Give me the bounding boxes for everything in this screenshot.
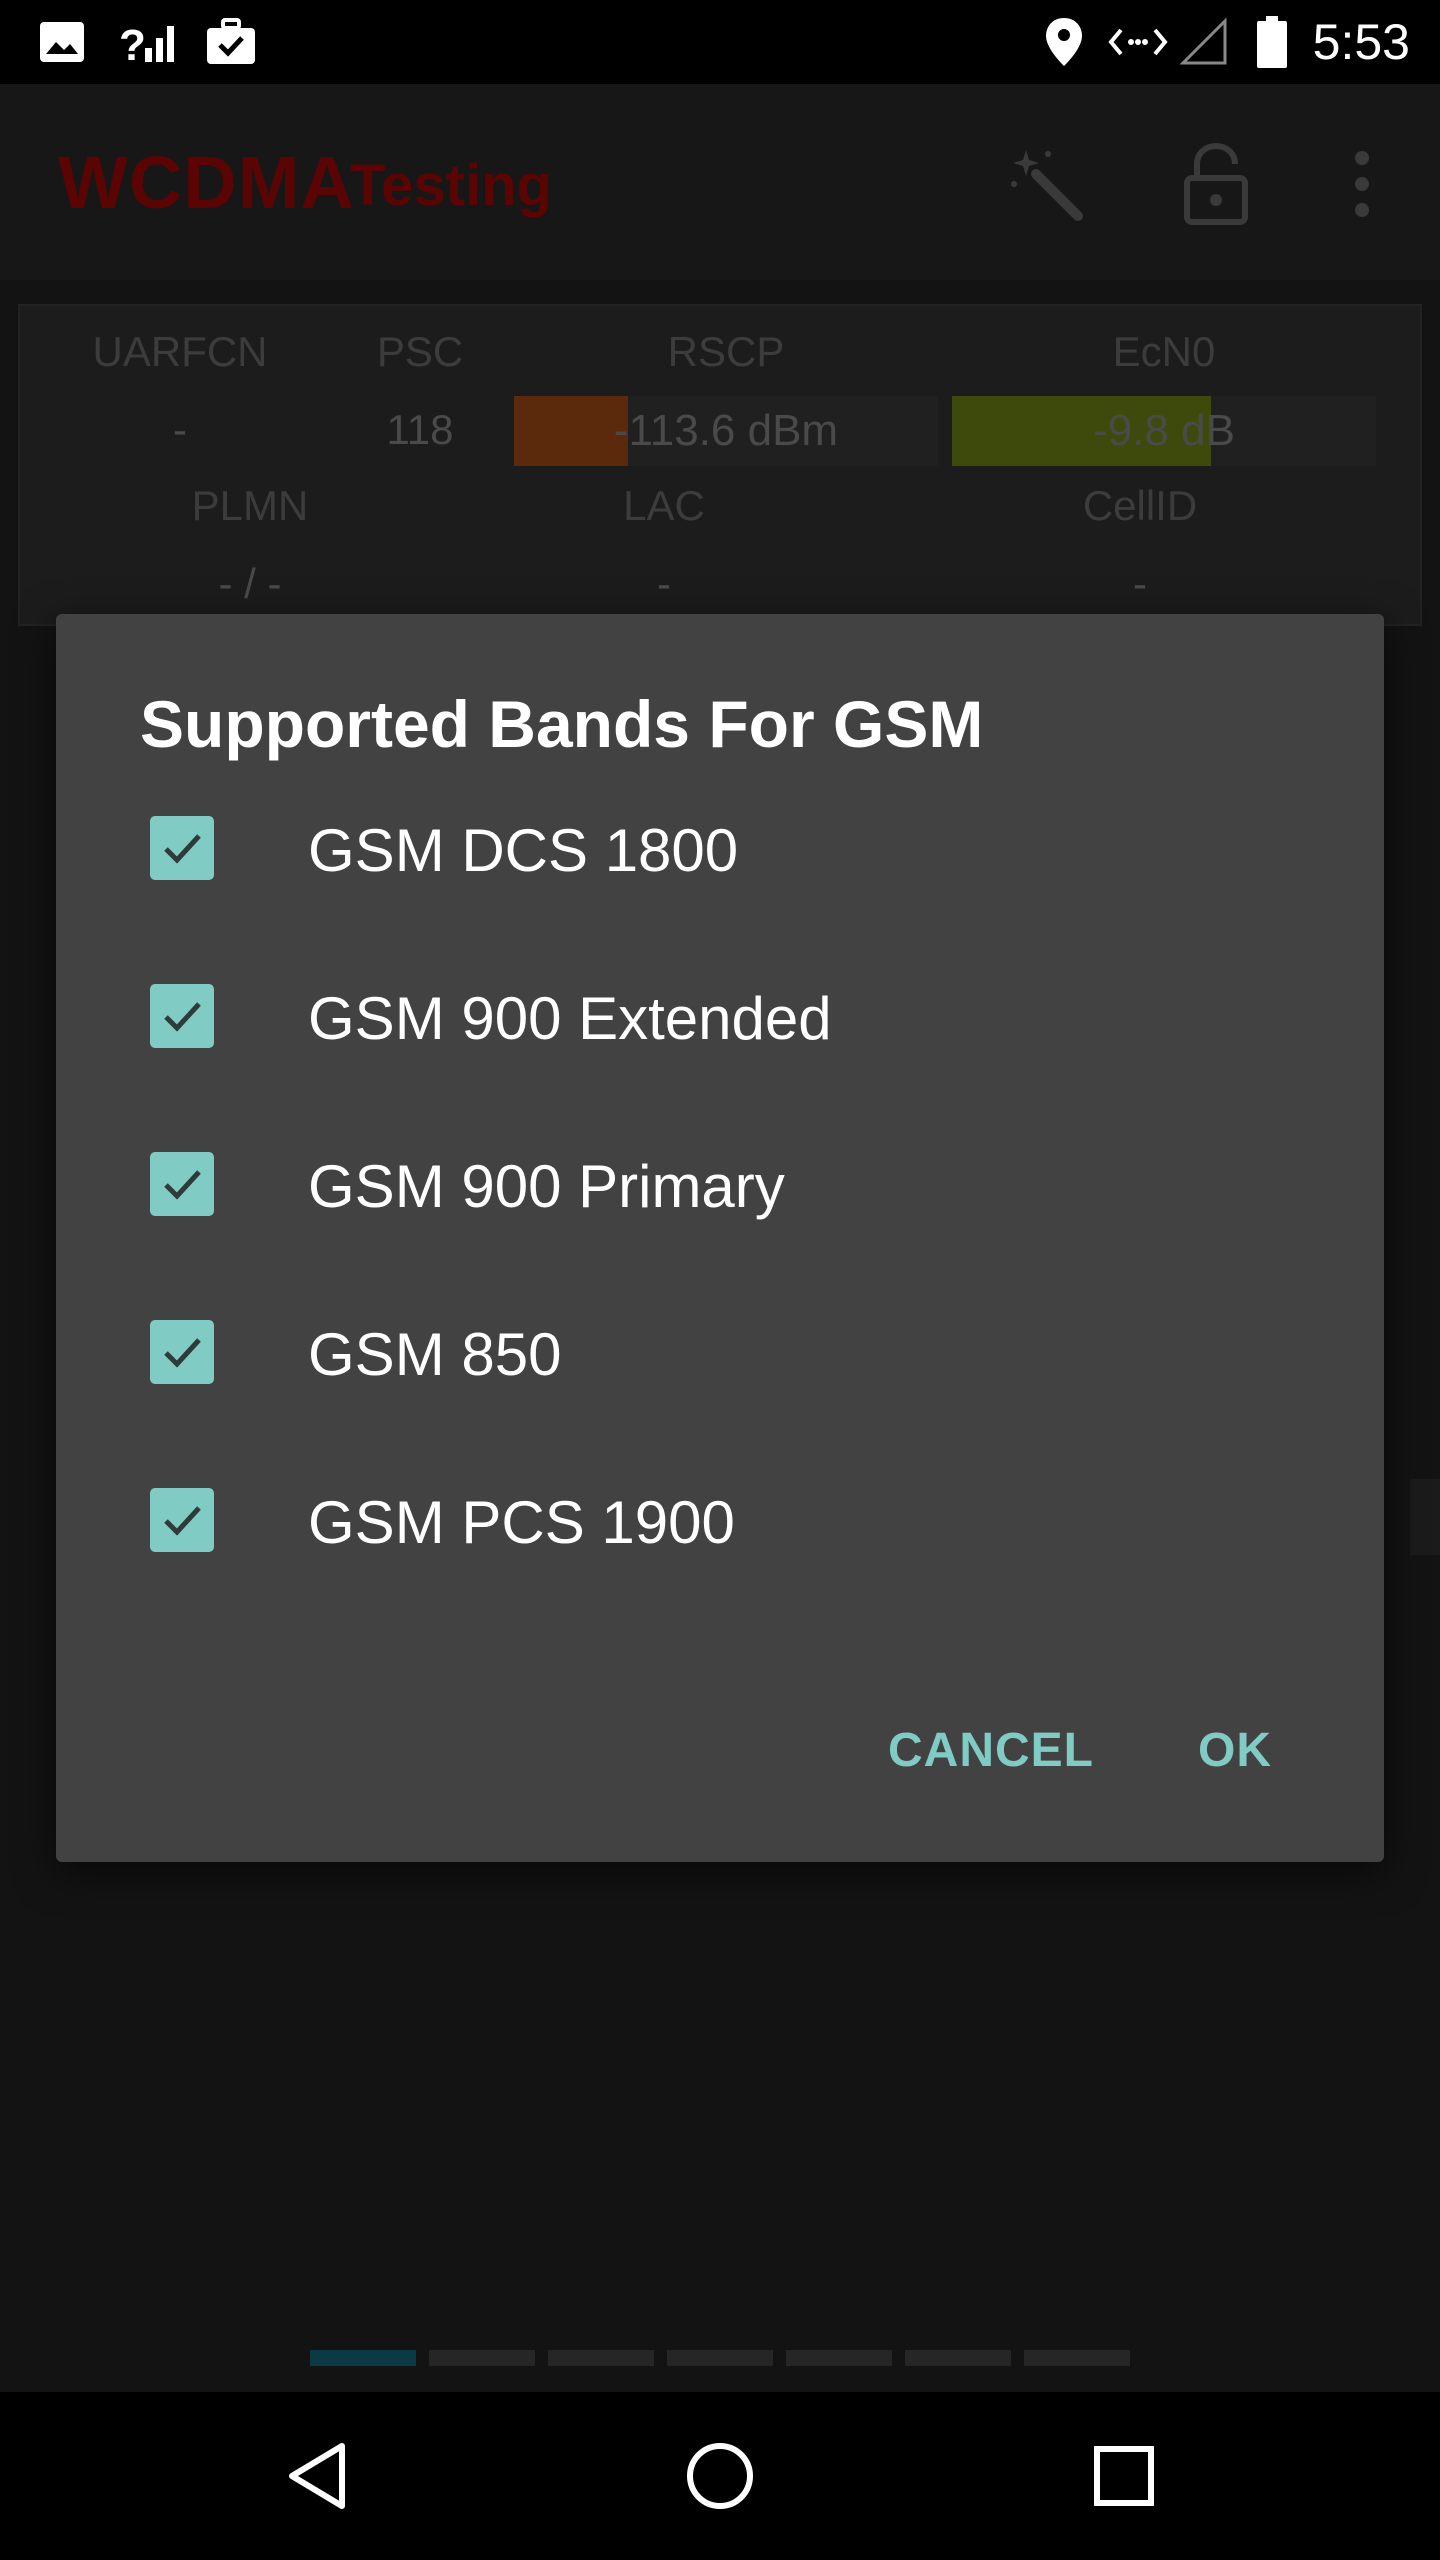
band-option-label: GSM DCS 1800 — [308, 817, 739, 884]
cell-info-panel: UARFCN PSC RSCP EcN0 - 118 -113.6 dBm -9… — [18, 304, 1422, 626]
plmn-value: - / - — [218, 560, 282, 607]
app-toolbar: WCDMA Testing — [0, 84, 1440, 280]
ok-button[interactable]: OK — [1188, 1716, 1282, 1786]
band-option-pcs-1900[interactable]: GSM PCS 1900 — [56, 1452, 1384, 1592]
plmn-label: PLMN — [191, 482, 309, 529]
page-indicator-dot — [786, 2350, 892, 2366]
ecn0-meter: -9.8 dB — [952, 396, 1376, 466]
checkbox-checked[interactable] — [150, 1152, 214, 1216]
app-title: WCDMA — [58, 141, 355, 224]
data-arrows-icon — [1106, 14, 1170, 70]
band-option-dcs-1800[interactable]: GSM DCS 1800 — [56, 780, 1384, 920]
back-icon[interactable] — [266, 2426, 366, 2526]
home-icon[interactable] — [670, 2426, 770, 2526]
rscp-value: -113.6 dBm — [613, 406, 839, 455]
supported-bands-dialog: Supported Bands For GSM GSM DCS 1800 GSM… — [56, 614, 1384, 1862]
magic-wand-icon[interactable] — [996, 134, 1096, 234]
location-pin-icon — [1040, 14, 1088, 70]
check-icon — [164, 1338, 201, 1368]
lock-open-icon[interactable] — [1166, 134, 1266, 234]
ecn0-label: EcN0 — [1112, 328, 1216, 375]
psc-value: 118 — [386, 406, 454, 453]
more-vert-icon[interactable] — [1312, 134, 1412, 234]
page-indicator-dot — [667, 2350, 773, 2366]
rscp-meter: -113.6 dBm — [514, 396, 938, 466]
page-indicator-dot — [548, 2350, 654, 2366]
background-card-edge — [1410, 1479, 1440, 1555]
check-icon — [164, 834, 201, 864]
app-subtitle: Testing — [350, 153, 552, 218]
page-indicator-active — [310, 2350, 416, 2366]
band-option-label: GSM PCS 1900 — [308, 1489, 735, 1556]
cancel-button[interactable]: CANCEL — [878, 1716, 1104, 1786]
rscp-label: RSCP — [667, 328, 785, 375]
uarfcn-value: - — [173, 406, 187, 453]
navigation-bar — [0, 2392, 1440, 2560]
page-indicator — [0, 2350, 1440, 2370]
psc-label: PSC — [376, 328, 464, 375]
band-option-label: GSM 850 — [308, 1321, 562, 1388]
uarfcn-label: UARFCN — [92, 328, 268, 375]
cellid-label: CellID — [1082, 482, 1198, 529]
status-bar: ? 5:53 — [0, 0, 1440, 84]
briefcase-check-icon — [202, 14, 260, 70]
checkbox-checked[interactable] — [150, 816, 214, 880]
clock: 5:53 — [1312, 14, 1410, 70]
page-indicator-dot — [1024, 2350, 1130, 2366]
band-option-900-primary[interactable]: GSM 900 Primary — [56, 1116, 1384, 1256]
band-option-850[interactable]: GSM 850 — [56, 1284, 1384, 1424]
checkbox-checked[interactable] — [150, 1320, 214, 1384]
battery-icon — [1252, 14, 1292, 70]
svg-text:?: ? — [119, 21, 146, 66]
band-option-900-extended[interactable]: GSM 900 Extended — [56, 948, 1384, 1088]
image-icon — [34, 14, 90, 70]
signal-unknown-icon: ? — [118, 14, 180, 70]
check-icon — [164, 1506, 201, 1536]
band-option-label: GSM 900 Extended — [308, 985, 832, 1052]
signal-empty-icon — [1176, 14, 1232, 70]
band-option-label: GSM 900 Primary — [308, 1153, 785, 1220]
lac-label: LAC — [623, 482, 705, 529]
ecn0-value: -9.8 dB — [1093, 406, 1235, 455]
check-icon — [164, 1170, 201, 1200]
cellid-value: - — [1133, 560, 1147, 607]
check-icon — [164, 1002, 201, 1032]
lac-value: - — [657, 560, 671, 607]
dialog-title: Supported Bands For GSM — [140, 687, 984, 761]
checkbox-checked[interactable] — [150, 984, 214, 1048]
checkbox-checked[interactable] — [150, 1488, 214, 1552]
page-indicator-dot — [905, 2350, 1011, 2366]
page-indicator-dot — [429, 2350, 535, 2366]
recents-icon[interactable] — [1074, 2426, 1174, 2526]
